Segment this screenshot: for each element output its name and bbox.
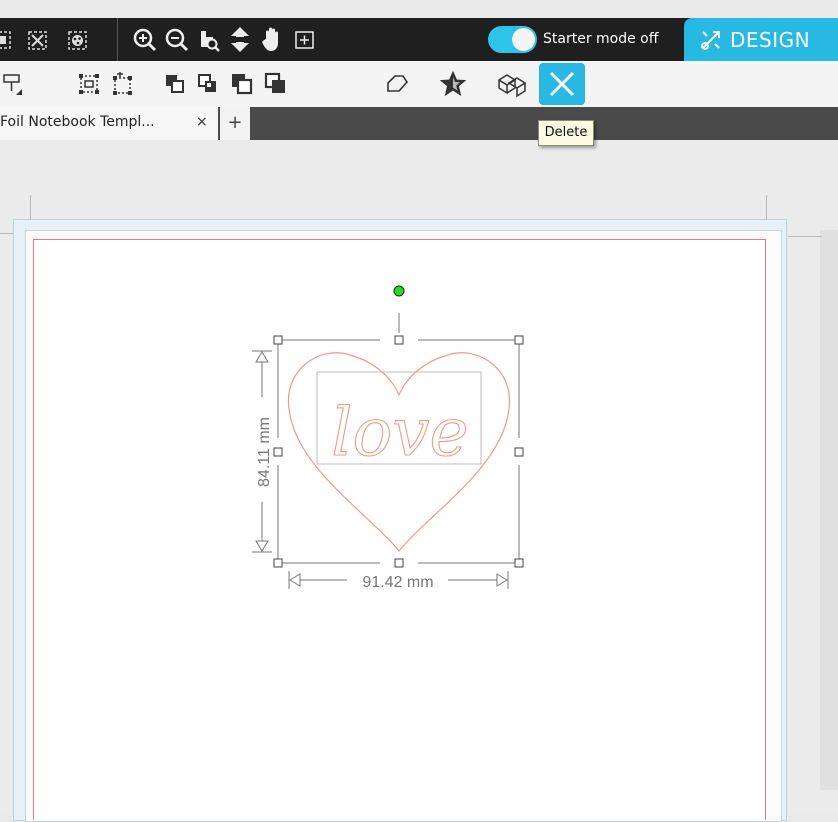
design-overlay: love 84.11 mm 91.42 mm bbox=[252, 285, 524, 591]
height-label: 84.11 mm bbox=[256, 417, 273, 487]
height-dimension: 84.11 mm bbox=[252, 350, 273, 553]
love-text[interactable]: love bbox=[331, 393, 469, 471]
width-label: 91.42 mm bbox=[362, 574, 433, 591]
width-dimension: 91.42 mm bbox=[288, 571, 509, 591]
delete-tooltip: Delete bbox=[538, 120, 594, 146]
rotation-handle[interactable] bbox=[393, 285, 405, 333]
